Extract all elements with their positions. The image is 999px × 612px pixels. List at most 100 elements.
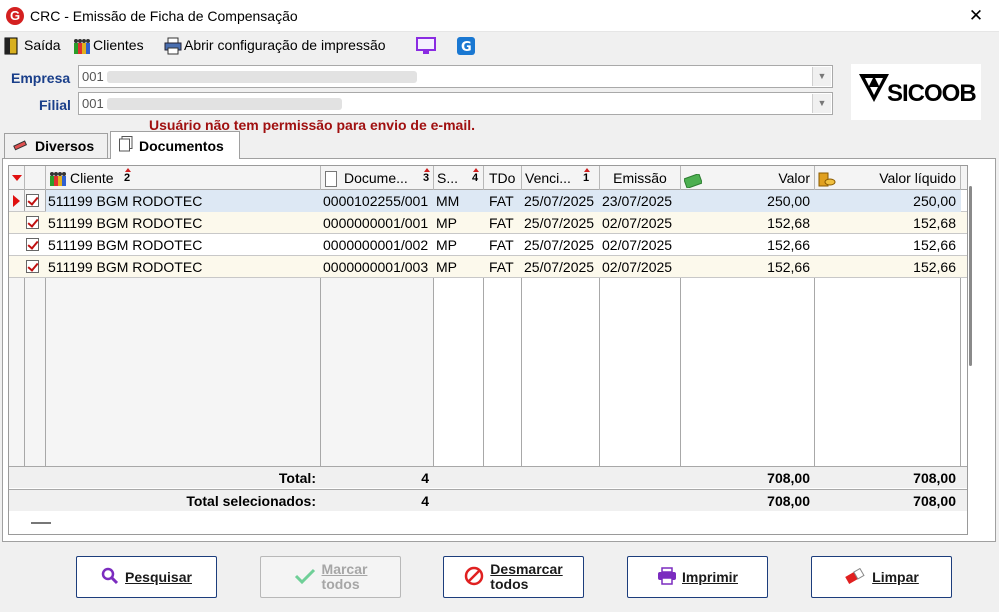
cell-valor-liquido: 152,68 <box>913 215 956 231</box>
header-documento[interactable]: Docume... 3 <box>321 166 434 190</box>
cell-tdo: FAT <box>489 193 514 209</box>
scrollbar-thumb[interactable] <box>969 186 972 366</box>
header-check[interactable] <box>25 166 46 190</box>
tab-diversos-label: Diversos <box>35 138 95 154</box>
header-tdo[interactable]: TDo <box>484 166 522 190</box>
tab-documentos[interactable]: Documentos <box>110 131 240 159</box>
cell-cliente: 511199 BGM RODOTEC <box>48 237 203 253</box>
cell-tdo: FAT <box>489 259 514 275</box>
title-bar: G CRC - Emissão de Ficha de Compensação … <box>0 0 999 32</box>
cell-valor: 152,66 <box>767 237 810 253</box>
cell-vencimento: 25/07/2025 <box>524 237 595 253</box>
printer-icon <box>164 37 182 55</box>
cell-valor: 250,00 <box>767 193 810 209</box>
cell-valor-liquido: 152,66 <box>913 259 956 275</box>
filial-value: 001 <box>82 96 104 111</box>
sort-order-badge: 1 <box>583 168 591 184</box>
table-row[interactable]: 511199 BGM RODOTEC 0000000001/002 MP FAT… <box>9 234 967 256</box>
header-s[interactable]: S... 4 <box>434 166 484 190</box>
cell-emissao: 23/07/2025 <box>602 193 673 209</box>
clientes-button[interactable]: Clientes <box>73 35 144 55</box>
header-valor-liquido-label: Valor líquido <box>879 170 956 186</box>
table-row[interactable]: 511199 BGM RODOTEC 0000000001/001 MP FAT… <box>9 212 967 234</box>
total-selecionados-label: Total selecionados: <box>186 493 316 509</box>
header-indicator[interactable] <box>9 166 25 190</box>
chevron-down-icon[interactable]: ▼ <box>812 94 831 113</box>
pesquisar-button[interactable]: Pesquisar <box>76 556 217 598</box>
total-valor: 708,00 <box>767 470 810 486</box>
horizontal-scrollbar[interactable] <box>31 522 51 524</box>
header-cliente-label: Cliente <box>70 170 114 186</box>
cell-s: MP <box>436 259 457 275</box>
vertical-scrollbar[interactable] <box>965 178 977 528</box>
desmarcar-label-1: Desmarcar <box>490 561 563 577</box>
cell-valor: 152,66 <box>767 259 810 275</box>
empresa-label: Empresa <box>11 70 71 86</box>
cell-documento: 0000000001/001 <box>323 215 429 231</box>
table-row[interactable]: 511199 BGM RODOTEC 0000102255/001 MM FAT… <box>9 190 967 212</box>
header-vencimento[interactable]: Venci... 1 <box>522 166 600 190</box>
total-selecionados-valor-liquido: 708,00 <box>913 493 956 509</box>
cell-s: MP <box>436 237 457 253</box>
sicoob-logo: SICOOB <box>851 64 981 120</box>
window-title: CRC - Emissão de Ficha de Compensação <box>30 8 298 24</box>
table-row[interactable]: 511199 BGM RODOTEC 0000000001/003 MP FAT… <box>9 256 967 278</box>
row-checkbox[interactable] <box>26 216 39 229</box>
cell-documento: 0000000001/003 <box>323 259 429 275</box>
header-valor[interactable]: Valor <box>681 166 815 190</box>
cell-emissao: 02/07/2025 <box>602 259 673 275</box>
limpar-label: Limpar <box>872 569 919 585</box>
tab-documentos-label: Documentos <box>139 137 224 154</box>
total-row: Total: 4 708,00 708,00 <box>9 466 967 488</box>
coins-icon <box>818 170 836 190</box>
marcar-todos-button[interactable]: Marcar todos <box>260 556 401 598</box>
row-checkbox[interactable] <box>26 260 39 273</box>
total-count: 4 <box>421 470 429 486</box>
row-checkbox[interactable] <box>26 194 39 207</box>
exit-door-icon <box>4 37 20 55</box>
marcar-label-2: todos <box>321 576 360 592</box>
sort-order-badge: 2 <box>124 168 132 184</box>
header-valor-liquido[interactable]: Valor líquido <box>815 166 961 190</box>
cell-emissao: 02/07/2025 <box>602 237 673 253</box>
header-cliente[interactable]: Cliente 2 <box>46 166 321 190</box>
cell-s: MP <box>436 215 457 231</box>
triangle-down-icon <box>12 175 22 181</box>
row-checkbox[interactable] <box>26 238 39 251</box>
g-app-icon: G <box>457 37 475 55</box>
close-button[interactable]: ✕ <box>953 0 999 32</box>
redacted-text <box>107 71 417 83</box>
prohibited-icon <box>464 566 484 589</box>
money-icon <box>683 171 703 190</box>
g-app-button[interactable]: G <box>457 35 477 55</box>
total-label: Total: <box>278 470 316 486</box>
saida-label: Saída <box>24 37 61 53</box>
limpar-button[interactable]: Limpar <box>811 556 952 598</box>
monitor-button[interactable] <box>416 35 436 55</box>
chevron-down-icon[interactable]: ▼ <box>812 67 831 86</box>
header-vencimento-label: Venci... <box>525 170 571 186</box>
desmarcar-todos-button[interactable]: Desmarcar todos <box>443 556 584 598</box>
imprimir-button[interactable]: Imprimir <box>627 556 768 598</box>
header-tdo-label: TDo <box>489 170 516 186</box>
abrir-configuracao-button[interactable]: Abrir configuração de impressão <box>164 35 386 55</box>
toolbar: Saída Clientes Abrir configuração de imp… <box>0 32 999 58</box>
header-emissao[interactable]: Emissão <box>600 166 681 190</box>
empresa-value: 001 <box>82 69 104 84</box>
filial-combo[interactable]: 001 ▼ <box>78 92 833 115</box>
app-logo-icon: G <box>6 7 24 25</box>
sort-order-badge: 4 <box>472 168 480 184</box>
pencil-icon <box>13 138 29 155</box>
sicoob-mark-icon <box>859 74 889 102</box>
redacted-text <box>107 98 342 110</box>
cell-valor-liquido: 152,66 <box>913 237 956 253</box>
documents-grid: Cliente 2 Docume... 3 S... 4 TDo Venci..… <box>8 165 968 535</box>
header-emissao-label: Emissão <box>613 170 667 186</box>
header-s-label: S... <box>437 170 459 186</box>
empresa-combo[interactable]: 001 ▼ <box>78 65 833 88</box>
total-valor-liquido: 708,00 <box>913 470 956 486</box>
total-selecionados-count: 4 <box>421 493 429 509</box>
tab-diversos[interactable]: Diversos <box>4 133 108 158</box>
cell-valor: 152,68 <box>767 215 810 231</box>
saida-button[interactable]: Saída <box>4 35 61 55</box>
